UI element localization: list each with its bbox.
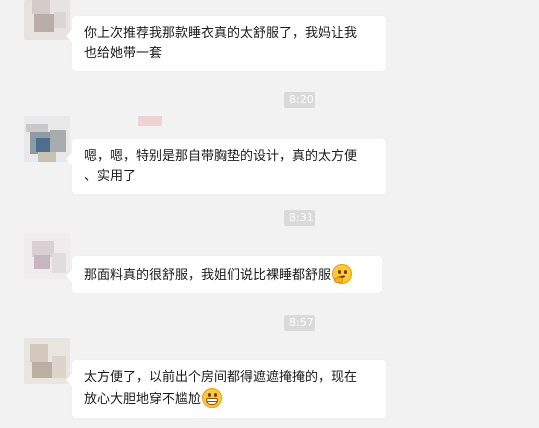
message-text: 放心大胆地穿不尴尬 xyxy=(84,392,202,407)
avatar[interactable] xyxy=(24,233,70,279)
avatar[interactable] xyxy=(24,116,70,162)
message-text-line: 、实用了 xyxy=(84,169,137,184)
message-bubble[interactable]: 那面料真的很舒服，我姐们说比裸睡都舒服 xyxy=(66,256,382,293)
message-bubble[interactable]: 嗯，嗯，特别是那自带胸垫的设计，真的太方便 、实用了 xyxy=(66,139,386,194)
message-timestamp: 8:31 xyxy=(284,210,315,226)
message-text-line: 那面料真的很舒服，我姐们说比裸睡都舒服 xyxy=(84,264,370,286)
message-bubble[interactable]: 你上次推荐我那款睡衣真的太舒服了，我妈让我 也给她带一套 xyxy=(66,16,386,71)
avatar-blur-patch xyxy=(138,116,162,126)
avatar[interactable] xyxy=(24,0,70,40)
message-text-line: 你上次推荐我那款睡衣真的太舒服了，我妈让我 xyxy=(84,26,358,41)
grinning-face-icon xyxy=(202,388,223,408)
message-text-line: 也给她带一套 xyxy=(84,46,163,61)
chat-window: 你上次推荐我那款睡衣真的太舒服了，我妈让我 也给她带一套 8:20 嗯，嗯，特别… xyxy=(0,0,539,428)
message-text-line: 放心大胆地穿不尴尬 xyxy=(84,388,374,410)
message-text: 那面料真的很舒服，我姐们说比裸睡都舒服 xyxy=(84,268,332,283)
message-text-line: 嗯，嗯，特别是那自带胸垫的设计，真的太方便 xyxy=(84,149,358,164)
message-timestamp: 8:20 xyxy=(284,92,315,108)
message-bubble[interactable]: 太方便了，以前出个房间都得遮遮掩掩的，现在 放心大胆地穿不尴尬 xyxy=(66,360,386,418)
thinking-face-icon xyxy=(332,264,353,284)
avatar[interactable] xyxy=(24,338,70,384)
message-text-line: 太方便了，以前出个房间都得遮遮掩掩的，现在 xyxy=(84,370,358,385)
message-timestamp: 8:57 xyxy=(284,315,315,331)
